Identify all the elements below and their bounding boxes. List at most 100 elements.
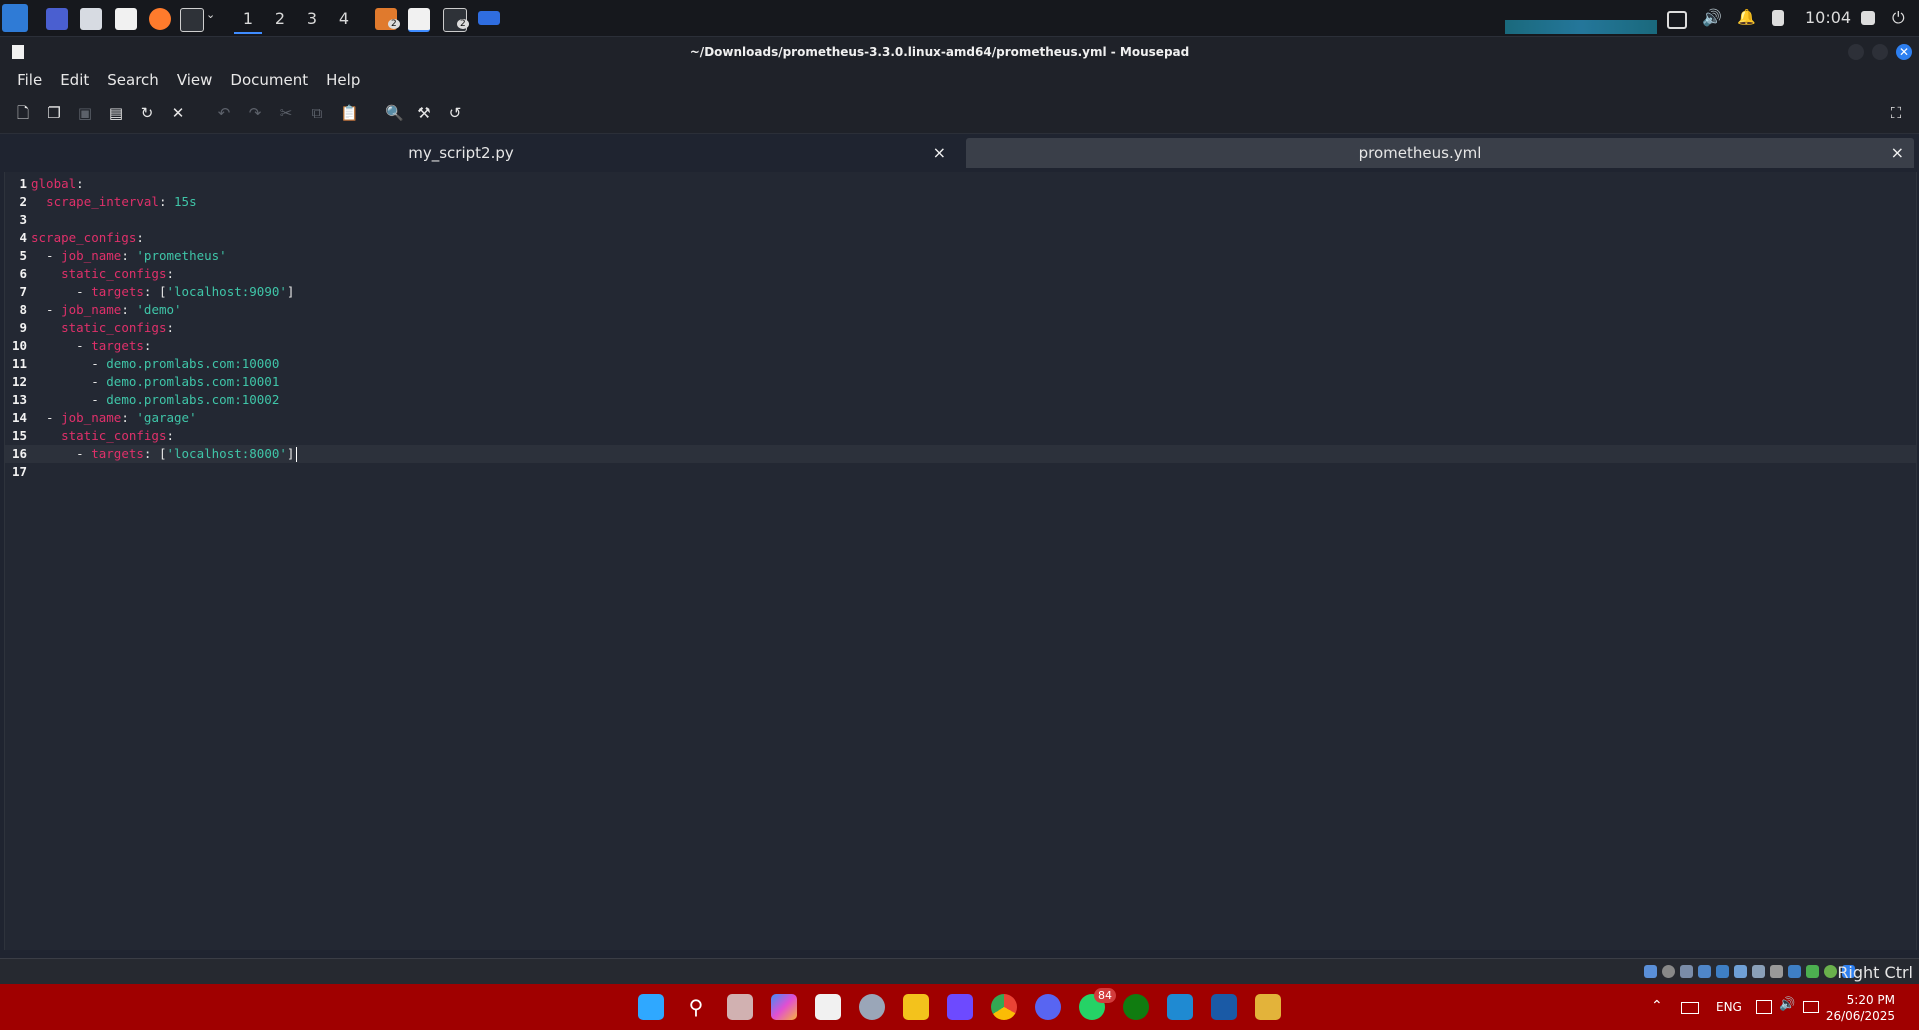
store-icon[interactable] [815,994,841,1020]
paste-icon[interactable]: 📋 [340,105,359,121]
search-icon[interactable]: ⚲ [683,994,709,1020]
editor-line[interactable]: 4 scrape_configs: [5,229,1916,247]
battery-icon[interactable] [1803,1001,1819,1013]
editor-line[interactable]: 2 scrape_interval: 15s [5,193,1916,211]
editor-line[interactable]: 6 static_configs: [5,265,1916,283]
windows-taskbar: ⚲ 84 ⌃ ENG 🔊 5:20 PM 26/06/2025 [0,984,1919,1030]
fullscreen-icon[interactable]: ⛶ [1888,105,1904,121]
tray-chevron-icon[interactable]: ⌃ [1651,998,1663,1014]
editor-line[interactable]: 7 - targets: ['localhost:9090'] [5,283,1916,301]
firefox-icon[interactable] [149,8,171,30]
menu-view[interactable]: View [168,67,222,93]
taskbar-window-files[interactable] [478,11,500,25]
taskbar-clock[interactable]: 5:20 PM 26/06/2025 [1826,992,1895,1024]
taskbar-window-mousepad[interactable] [408,8,430,32]
find-replace-icon[interactable]: ⚒ [416,105,432,121]
bell-icon[interactable]: 🔔 [1737,8,1759,30]
save-as-icon[interactable]: ▤ [108,105,124,121]
vm-display-icon[interactable] [1752,965,1765,978]
editor-line[interactable]: 13 - demo.promlabs.com:10002 [5,391,1916,409]
copilot-icon[interactable] [771,994,797,1020]
workspace-2[interactable]: 2 [266,6,294,32]
close-icon[interactable]: ✕ [170,105,186,121]
windows-start-icon[interactable] [638,994,664,1020]
text-editor-icon[interactable] [115,8,137,30]
new-document-icon[interactable]: 🗋 [15,105,31,121]
save-icon[interactable]: ▣ [77,105,93,121]
display-icon[interactable] [1667,11,1687,29]
editor-line[interactable]: 15 static_configs: [5,427,1916,445]
menu-document[interactable]: Document [221,67,317,93]
new-window-icon[interactable]: ❐ [46,105,62,121]
virtualbox-icon[interactable] [1211,994,1237,1020]
volume-icon[interactable]: 🔊 [1702,8,1724,30]
chevron-down-icon[interactable]: ⌄ [206,8,218,30]
lock-icon[interactable] [1861,11,1875,25]
battery-icon[interactable] [1772,10,1784,26]
vm-shared-folder-icon[interactable] [1734,965,1747,978]
undo-icon[interactable]: ↶ [216,105,232,121]
tab-close-icon[interactable]: × [933,143,946,162]
search-icon[interactable]: 🔍 [385,105,404,121]
tab-prometheus-yml[interactable]: prometheus.yml × [966,138,1914,168]
maximize-button[interactable] [1872,44,1888,60]
panel-clock[interactable]: 10:04 [1805,8,1851,27]
settings-icon[interactable] [859,994,885,1020]
cut-icon[interactable]: ✂ [278,105,294,121]
close-window-button[interactable]: ✕ [1896,44,1912,60]
menu-file[interactable]: File [8,67,51,93]
editor-line[interactable]: 11 - demo.promlabs.com:10000 [5,355,1916,373]
editor-line[interactable]: 17 [5,463,1916,481]
editor-line[interactable]: 8 - job_name: 'demo' [5,301,1916,319]
vm-recording-icon[interactable] [1770,965,1783,978]
vm-audio-icon[interactable] [1680,965,1693,978]
file-manager-icon[interactable] [80,8,102,30]
menu-edit[interactable]: Edit [51,67,98,93]
editor-line[interactable]: 14 - job_name: 'garage' [5,409,1916,427]
kali-vm-icon[interactable] [1255,994,1281,1020]
editor-line[interactable]: 16 - targets: ['localhost:8000'] [5,445,1916,463]
menu-search[interactable]: Search [98,67,168,93]
proton-icon[interactable] [947,994,973,1020]
window-titlebar[interactable]: ~/Downloads/prometheus-3.3.0.linux-amd64… [0,37,1919,67]
network-icon[interactable] [1756,1000,1772,1014]
task-view-icon[interactable] [727,994,753,1020]
logout-icon[interactable]: ⏻ [1892,8,1914,30]
workspace-4[interactable]: 4 [330,6,358,32]
vm-cpu-icon[interactable] [1788,965,1801,978]
language-indicator[interactable]: ENG [1716,1000,1742,1014]
redo-icon[interactable]: ↷ [247,105,263,121]
vm-usb-icon[interactable] [1716,965,1729,978]
desktop-icon[interactable] [46,8,68,30]
chrome-icon[interactable] [991,994,1017,1020]
vscode-icon[interactable] [1167,994,1193,1020]
xbox-icon[interactable] [1123,994,1149,1020]
editor-line[interactable]: 1 global: [5,175,1916,193]
copy-icon[interactable]: ⧉ [309,105,325,121]
vm-network-icon[interactable] [1698,965,1711,978]
file-explorer-icon[interactable] [903,994,929,1020]
goto-icon[interactable]: ↺ [447,105,463,121]
workspace-3[interactable]: 3 [298,6,326,32]
menu-help[interactable]: Help [317,67,369,93]
vm-optical-icon[interactable] [1662,965,1675,978]
editor-line[interactable]: 10 - targets: [5,337,1916,355]
tab-close-icon[interactable]: × [1891,143,1904,162]
minimize-button[interactable] [1848,44,1864,60]
editor-line[interactable]: 5 - job_name: 'prometheus' [5,247,1916,265]
volume-icon[interactable]: 🔊 [1779,997,1795,1012]
workspace-1[interactable]: 1 [234,6,262,34]
tab-my-script2[interactable]: my_script2.py × [6,138,956,168]
vm-hdd-icon[interactable] [1644,965,1657,978]
discord-icon[interactable] [1035,994,1061,1020]
terminal-icon[interactable] [180,8,204,32]
keyboard-icon[interactable] [1681,1002,1699,1014]
vm-keyboard-icon[interactable] [1824,965,1837,978]
vm-mouse-integration-icon[interactable] [1806,965,1819,978]
kali-menu-icon[interactable] [2,4,28,32]
text-editor-area[interactable]: 1 global: 2 scrape_interval: 15s 3 4 scrape_c… [4,172,1917,950]
editor-line[interactable]: 12 - demo.promlabs.com:10001 [5,373,1916,391]
editor-line[interactable]: 3 [5,211,1916,229]
editor-line[interactable]: 9 static_configs: [5,319,1916,337]
reload-icon[interactable]: ↻ [139,105,155,121]
